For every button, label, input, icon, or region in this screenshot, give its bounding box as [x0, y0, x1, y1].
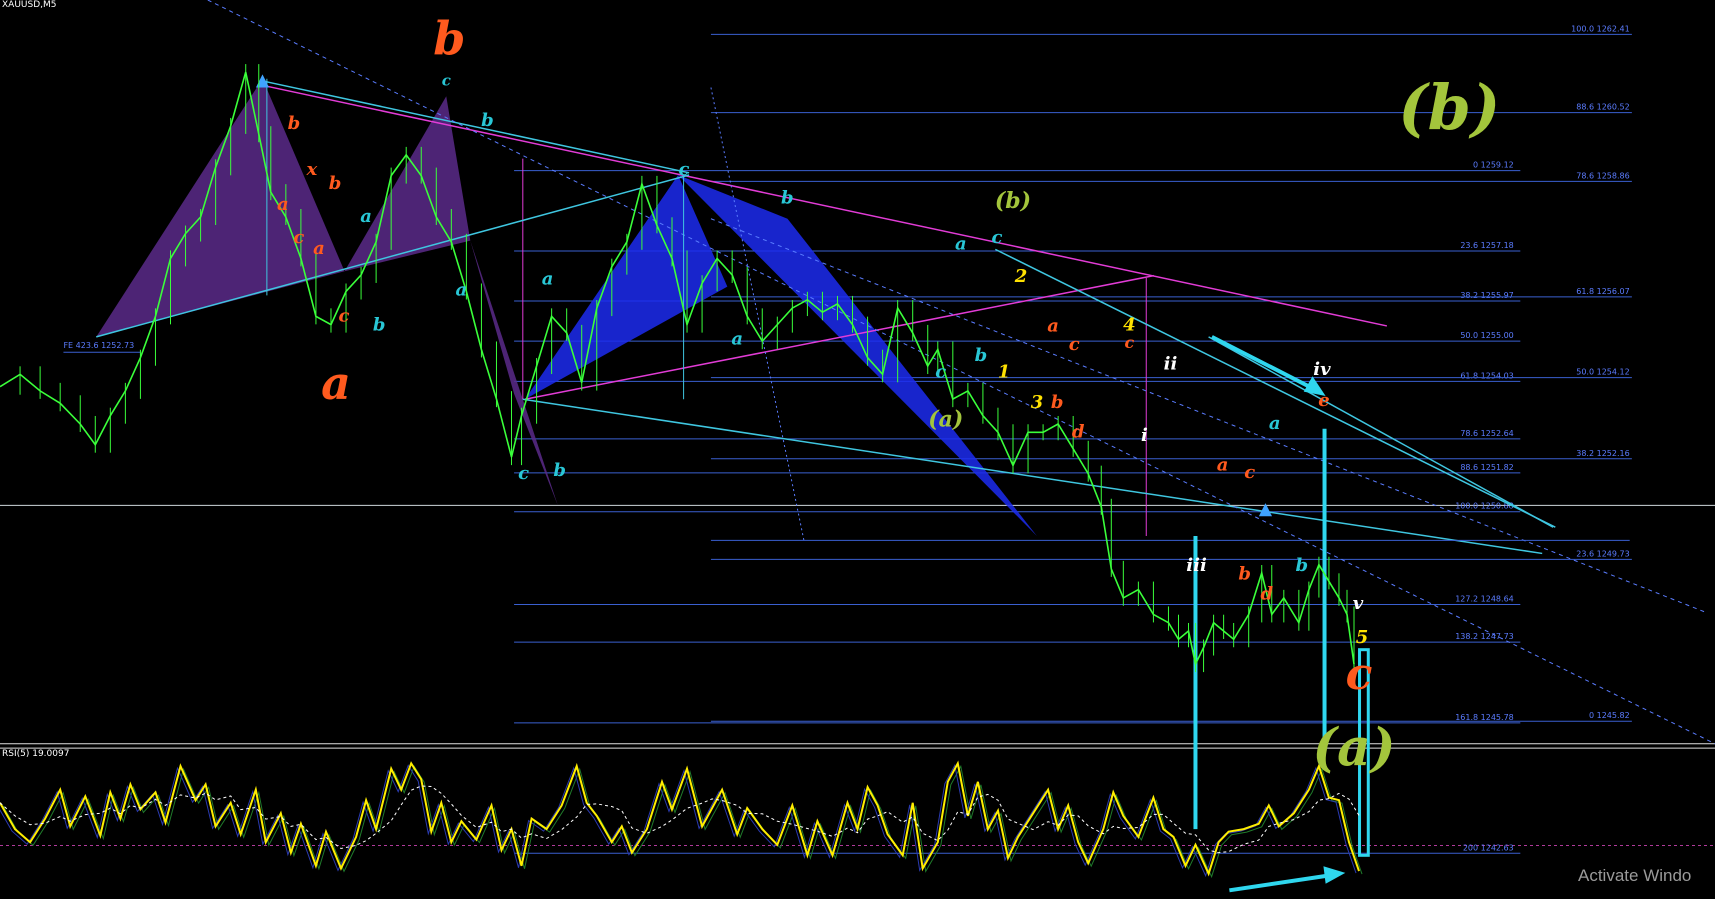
chart-stage[interactable]: 0 1259.12 23.6 1257.18 38.2 1255.97 50.0 12…: [0, 0, 1715, 895]
symbol-label: XAUUSD,M5: [2, 0, 57, 10]
rsi-indicator-label: RSI(5) 19.0097: [2, 749, 70, 759]
wave-label: b: [1296, 555, 1309, 576]
wave-label: d: [1260, 583, 1273, 604]
wave-label: b: [481, 110, 494, 131]
fib-level-label: 38.2 1252.16: [1576, 449, 1629, 458]
fib-level-label: 0 1245.82: [1589, 711, 1630, 720]
dashed-diagonal-2: [710, 218, 1707, 613]
fib-level-label: 0 1259.12: [1473, 161, 1514, 170]
wave-label: b: [288, 113, 301, 134]
wave-label: c: [679, 159, 690, 180]
harmonic-pattern-left: [96, 78, 345, 337]
rsi-line: [0, 760, 1360, 877]
trendline-cyan-bottom: [522, 398, 1543, 555]
wave-label: c: [1244, 462, 1255, 483]
wave-label: c: [293, 227, 304, 248]
wave-label: (b): [995, 188, 1031, 214]
fib-level-label: 78.6 1252.64: [1460, 429, 1513, 438]
fib-level-label: 138.2 1247.73: [1455, 632, 1514, 641]
wave-label: 2: [1014, 266, 1028, 287]
wave-label: b: [1238, 564, 1251, 585]
fib-level-label: 61.8 1256.07: [1576, 287, 1629, 296]
fib-level-label: 127.2 1248.64: [1455, 594, 1514, 603]
price-series-line: [0, 71, 1355, 667]
fib-level-label: 100.0 1262.41: [1571, 24, 1630, 33]
fib-level-label: 161.8 1245.78: [1455, 713, 1514, 722]
fib-level-label: 88.6 1251.82: [1460, 463, 1513, 472]
wave-label: a: [542, 268, 554, 289]
wave-label: x: [306, 159, 318, 180]
wave-label: a: [1047, 315, 1059, 336]
rsi-average-line: [0, 785, 1360, 854]
wave-label: a: [456, 279, 468, 300]
wave-label: iv: [1313, 359, 1331, 380]
fib-level-label: 100.0 1250.88: [1455, 502, 1514, 511]
wave-label: a: [1217, 454, 1229, 475]
wave-label: 5: [1356, 627, 1369, 648]
wave-label: b: [1051, 392, 1064, 413]
wave-label: c: [935, 361, 946, 382]
wave-label: c: [442, 71, 451, 89]
fib-level-label: 61.8 1254.03: [1460, 371, 1513, 380]
wave-label: a: [731, 329, 743, 350]
fe-label: FE 423.6 1252.73: [63, 341, 134, 350]
fib-level-label: 38.2 1255.97: [1460, 291, 1513, 300]
fib-level-label: 200 1242.63: [1463, 843, 1514, 852]
price-chart[interactable]: 0 1259.12 23.6 1257.18 38.2 1255.97 50.0 12…: [0, 0, 1715, 895]
wave-label: b: [373, 314, 386, 335]
wave-label: c: [518, 463, 529, 484]
wave-label: b: [975, 345, 988, 366]
fib-level-label: 50.0 1255.00: [1460, 331, 1513, 340]
wave-label: b: [553, 460, 566, 481]
wave-label: b: [433, 12, 465, 66]
wave-label: iii: [1186, 555, 1207, 576]
wave-label: i: [1141, 425, 1148, 446]
wave-label: a: [277, 194, 289, 215]
wave-label: d: [1072, 422, 1085, 443]
fib-level-label: 23.6 1249.73: [1576, 549, 1629, 558]
wave-label: a: [955, 233, 967, 254]
watermark-text: Activate Windo: [1578, 866, 1692, 885]
wave-label: v: [1353, 593, 1364, 614]
rsi-signal-blue: [0, 763, 1357, 878]
arrow-head: [1323, 866, 1346, 884]
fib-level-label: 23.6 1257.18: [1460, 241, 1513, 250]
wave-label: a: [321, 356, 351, 410]
wave-label: c: [339, 306, 350, 327]
wave-label: b: [329, 173, 342, 194]
wave-label: ii: [1164, 354, 1178, 375]
wave-label: c: [1124, 333, 1134, 352]
fib-level-label: 50.0 1254.12: [1576, 368, 1629, 377]
fib-level-label: 88.6 1260.52: [1576, 103, 1629, 112]
wave-label: 1: [998, 361, 1011, 382]
wave-label: c: [1346, 649, 1373, 700]
wave-label: (a): [1313, 718, 1396, 779]
wave-label: a: [360, 206, 372, 227]
cyan-arrow-lower: [1229, 873, 1333, 893]
wave-label: (a): [928, 407, 963, 433]
wave-label: e: [1318, 390, 1329, 411]
wave-label: c: [1069, 334, 1080, 355]
wave-label: c: [991, 227, 1002, 248]
wave-label: 3: [1031, 392, 1044, 413]
trendline-cyan-top: [262, 80, 690, 174]
fib-level-label: 78.6 1258.86: [1576, 171, 1629, 180]
wave-label: a: [1269, 413, 1281, 434]
wave-label: b: [781, 187, 794, 208]
wave-label: (b): [1398, 71, 1500, 144]
wave-label: a: [313, 238, 325, 259]
